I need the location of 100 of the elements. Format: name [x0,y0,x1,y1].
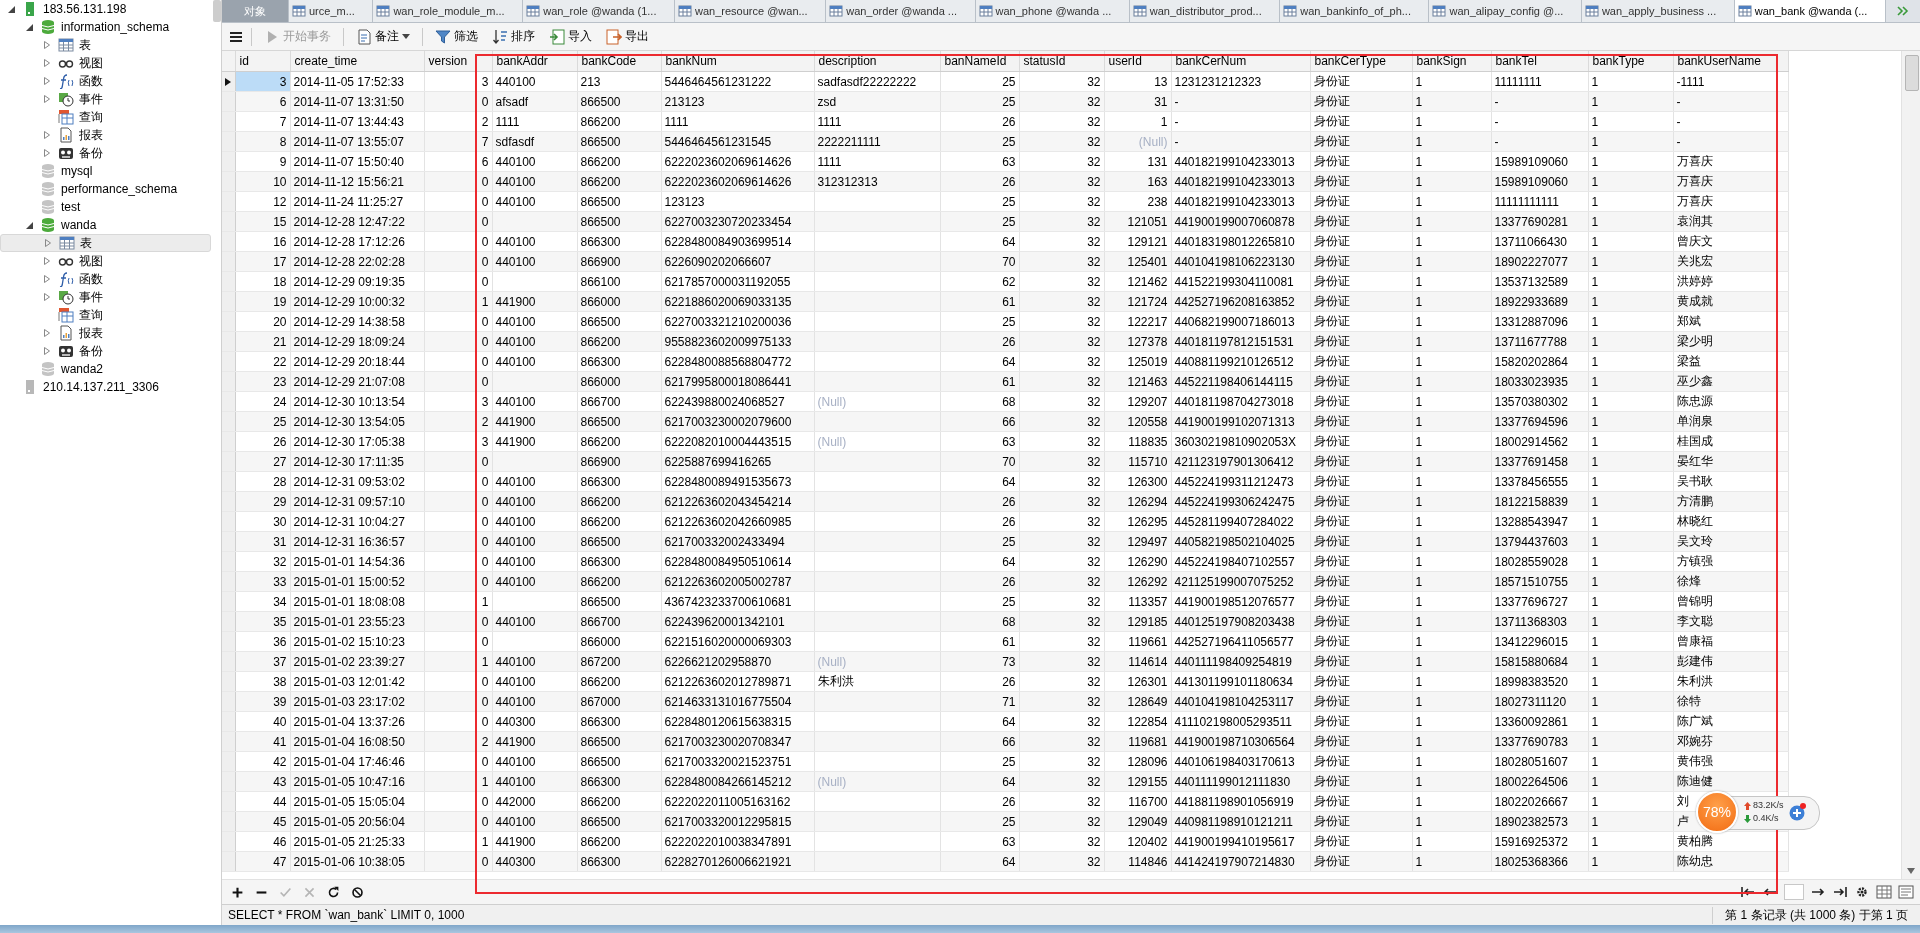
expanded-arrow-icon[interactable] [24,220,34,230]
tree-item[interactable]: wanda [0,216,213,234]
tree-item[interactable]: mysql [0,162,213,180]
grid-view-icon[interactable] [1876,885,1892,899]
toolbar-button[interactable]: 备注 [351,26,415,47]
table-cell: 440106198403170613 [1171,751,1310,772]
table-cell: 1 [1412,791,1491,812]
table-icon [1432,5,1447,17]
tree-item[interactable]: 视图 [0,252,213,270]
table-cell: 32 [1019,231,1104,252]
tree-item[interactable]: wanda2 [0,360,213,378]
tab[interactable]: urce_m... [289,0,374,22]
table-cell: 郑斌 [1673,311,1788,332]
table-cell: 32 [1019,111,1104,132]
tree-item[interactable]: 报表 [0,126,213,144]
tree-item[interactable]: 报表 [0,324,213,342]
tree-item[interactable]: information_schema [0,18,213,36]
first-page-icon[interactable] [1740,885,1756,899]
table-cell: 1 [1412,191,1491,212]
collapsed-arrow-icon[interactable] [42,40,52,50]
tape-icon [58,343,74,359]
tab[interactable]: wan_apply_business ... [1581,0,1735,22]
tree-item[interactable]: 183.56.131.198 [0,0,213,18]
table-cell: 440300 [492,711,577,732]
tree-item[interactable]: 查询 [0,108,213,126]
column-header[interactable]: version [424,51,492,72]
table-cell: - [1171,111,1310,132]
collapsed-arrow-icon[interactable] [42,58,52,68]
toolbar-button[interactable]: 筛选 [430,26,483,47]
table-cell: 13360092861 [1491,711,1588,732]
tree-item[interactable]: 事件 [0,90,213,108]
table-cell: 32 [1019,591,1104,612]
toolbar-button[interactable]: 排序 [487,26,540,47]
collapsed-arrow-icon[interactable] [42,94,52,104]
tab[interactable]: wan_resource @wan... [675,0,827,22]
more-tabs-icon[interactable] [1895,5,1910,17]
plus-icon[interactable] [1787,803,1806,821]
tree-item[interactable]: 备份 [0,144,213,162]
scrollbar-thumb[interactable] [213,0,221,22]
tab[interactable]: wan_bank @wanda (... [1734,0,1886,22]
tab[interactable]: wan_bankinfo_of_ph... [1280,0,1430,22]
table-cell: 440100 [492,511,577,532]
form-view-icon[interactable] [1898,885,1914,899]
collapsed-arrow-icon[interactable] [42,148,52,158]
column-header[interactable]: id [235,51,290,72]
table-cell: 万喜庆 [1673,151,1788,172]
collapsed-arrow-icon[interactable] [42,346,52,356]
table-cell: 32 [1019,791,1104,812]
table-cell: 1111 [492,111,577,132]
report-icon [58,325,74,341]
table-cell: 11111111 [1491,71,1588,92]
toolbar-button[interactable]: 导出 [601,26,654,47]
page-field[interactable] [1784,884,1804,900]
tab[interactable]: wan_alipay_config @... [1429,0,1582,22]
tree-item[interactable]: performance_schema [0,180,213,198]
last-page-icon[interactable] [1832,885,1848,899]
table-cell: 6217003320021523751 [661,751,814,772]
column-header[interactable]: create_time [290,51,424,72]
tree-item[interactable]: 事件 [0,288,213,306]
tree-item[interactable]: 210.14.137.211_3306 [0,378,213,396]
tab[interactable]: wan_role @wanda (1... [523,0,675,22]
table-cell: 6228480089491535673 [661,471,814,492]
tree-item[interactable]: 视图 [0,54,213,72]
scrollbar-thumb[interactable] [1905,55,1919,91]
table-cell: 6212263602042660985 [661,511,814,532]
settings-icon[interactable] [1854,885,1870,899]
tab[interactable]: wan_distributor_prod... [1129,0,1281,22]
collapsed-arrow-icon[interactable] [42,76,52,86]
tree-item[interactable]: 表 [0,36,213,54]
tree-item[interactable]: 查询 [0,306,213,324]
collapsed-arrow-icon[interactable] [42,328,52,338]
table-cell: 26 [940,511,1019,532]
tree-item[interactable]: 函数 [0,270,213,288]
collapsed-arrow-icon[interactable] [42,274,52,284]
expanded-arrow-icon[interactable] [24,22,34,32]
table-cell: 38 [235,671,290,692]
table-cell: 2014-12-31 09:53:02 [290,471,424,492]
expanded-arrow-icon[interactable] [6,4,16,14]
collapsed-arrow-icon[interactable] [42,130,52,140]
table-cell: 1 [1588,71,1673,92]
table-cell: 1 [1588,351,1673,372]
toolbar-button[interactable]: 导入 [544,26,597,47]
tree-item[interactable]: 备份 [0,342,213,360]
tree-item[interactable]: test [0,198,213,216]
collapsed-arrow-icon[interactable] [42,292,52,302]
scroll-down-icon[interactable] [1906,867,1916,875]
table-cell: 122217 [1104,311,1171,332]
table-cell: 32 [1019,551,1104,572]
tab[interactable]: wan_role_module_m... [373,0,524,22]
collapsed-arrow-icon[interactable] [42,256,52,266]
tab[interactable]: wan_phone @wanda ... [975,0,1130,22]
tab[interactable]: wan_order @wanda ... [826,0,976,22]
collapsed-arrow-icon[interactable] [43,238,53,248]
table-cell: 63 [940,431,1019,452]
table-cell: 万喜庆 [1673,191,1788,212]
table-cell: 32 [1019,471,1104,492]
scrollbar[interactable] [1901,51,1920,879]
table-cell: 1 [1588,231,1673,252]
tree-item[interactable]: 函数 [0,72,213,90]
tree-item[interactable]: 表 [0,234,211,252]
